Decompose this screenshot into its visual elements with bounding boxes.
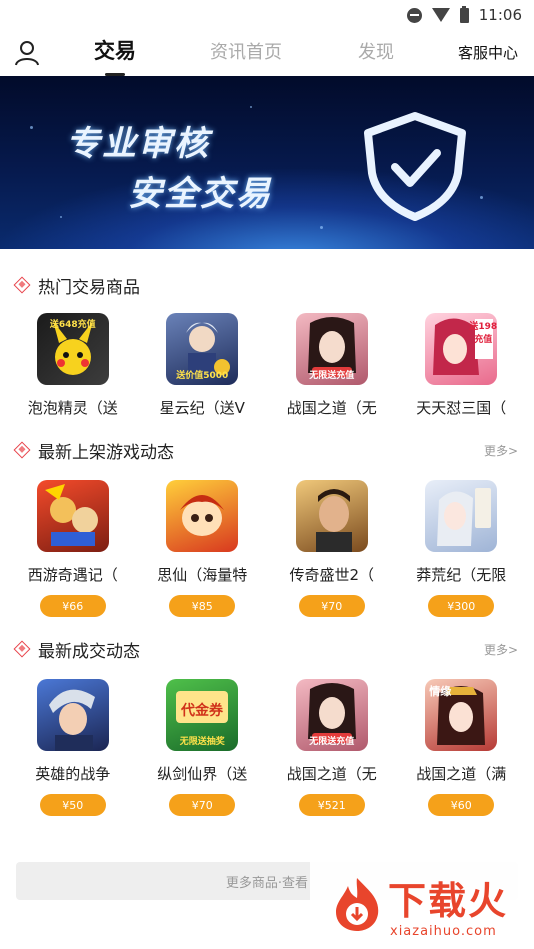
shield-check-icon xyxy=(364,112,466,221)
item-name: 西游奇遇记（ xyxy=(27,566,118,584)
tab-news-home[interactable]: 资讯首页 xyxy=(210,38,282,64)
customer-service-link[interactable]: 客服中心 xyxy=(458,42,518,63)
do-not-disturb-icon xyxy=(406,7,422,23)
deal-item[interactable]: 情缘 战国之道（满 ¥60 xyxy=(399,679,523,816)
item-name: 战国之道（无 xyxy=(286,765,377,783)
more-link[interactable]: 更多> xyxy=(484,641,518,658)
hot-item[interactable]: 送198充值 天天怼三国（ xyxy=(399,313,523,418)
tab-discover[interactable]: 发现 xyxy=(358,38,394,64)
section-new-deals-header: 最新成交动态 更多> xyxy=(0,631,534,667)
battery-icon xyxy=(459,5,469,23)
top-nav: 交易 资讯首页 发现 客服中心 xyxy=(0,30,534,76)
price-badge: ¥300 xyxy=(428,595,495,617)
section-diamond-icon xyxy=(13,640,31,658)
price-badge: ¥60 xyxy=(428,794,495,816)
game-item[interactable]: 思仙（海量特 ¥85 xyxy=(140,480,264,617)
new-games-grid: 西游奇遇记（ ¥66 思仙（海量特 ¥85 传奇盛世2（ ¥70 莽荒纪（无限 … xyxy=(0,480,534,617)
item-name: 传奇盛世2（ xyxy=(289,566,375,584)
price-badge: ¥521 xyxy=(298,794,365,816)
deal-item[interactable]: 代金券 无限送抽奖 纵剑仙界（送 ¥70 xyxy=(140,679,264,816)
promo-banner[interactable]: 专业审核 安全交易 xyxy=(0,76,534,249)
banner-headline-2: 安全交易 xyxy=(128,174,272,214)
user-icon[interactable] xyxy=(14,40,40,66)
game-item[interactable]: 莽荒纪（无限 ¥300 xyxy=(399,480,523,617)
game-thumbnail xyxy=(36,679,109,751)
wifi-icon xyxy=(431,8,450,22)
section-title: 最新成交动态 xyxy=(38,641,140,662)
price-badge: ¥70 xyxy=(298,595,365,617)
watermark-url: xiazaihuo.com xyxy=(390,924,497,939)
deal-item[interactable]: 无限送充值 战国之道（无 ¥521 xyxy=(270,679,394,816)
game-thumbnail: 代金券 无限送抽奖 xyxy=(166,679,239,751)
watermark: 下载火 xiazaihuo.com xyxy=(310,852,534,949)
section-title: 最新上架游戏动态 xyxy=(38,442,174,463)
item-name: 战国之道（无 xyxy=(286,399,377,417)
game-thumbnail: 送198充值 xyxy=(425,313,498,385)
svg-text:代金券: 代金券 xyxy=(180,702,224,719)
hot-item[interactable]: 送648充值 泡泡精灵（送 xyxy=(11,313,135,418)
price-badge: ¥70 xyxy=(169,794,236,816)
watermark-text: 下载火 xyxy=(388,879,509,923)
status-bar: 11:06 xyxy=(0,0,534,30)
game-thumbnail: 情缘 xyxy=(425,679,498,751)
game-thumbnail xyxy=(166,480,239,552)
item-name: 思仙（海量特 xyxy=(157,566,248,584)
section-new-games-header: 最新上架游戏动态 更多> xyxy=(0,432,534,468)
banner-headline-1: 专业审核 xyxy=(66,124,210,164)
section-hot-header: 热门交易商品 xyxy=(0,267,534,303)
item-name: 星云纪（送V xyxy=(159,399,245,417)
hot-item[interactable]: 送价值5000 星云纪（送V xyxy=(140,313,264,418)
tab-trade[interactable]: 交易 xyxy=(94,35,136,65)
game-thumbnail: 无限送充值 xyxy=(295,313,368,385)
game-thumbnail xyxy=(295,480,368,552)
deal-item[interactable]: 英雄的战争 ¥50 xyxy=(11,679,135,816)
item-name: 泡泡精灵（送 xyxy=(27,399,118,417)
price-badge: ¥85 xyxy=(169,595,236,617)
game-thumbnail: 无限送充值 xyxy=(295,679,368,751)
game-thumbnail: 送648充值 xyxy=(36,313,109,385)
item-name: 莽荒纪（无限 xyxy=(416,566,507,584)
price-badge: ¥50 xyxy=(39,794,106,816)
hot-items-grid: 送648充值 泡泡精灵（送 送价值5000 星云纪（送V 无限送充值 战国之道（… xyxy=(0,313,534,418)
item-name: 纵剑仙界（送 xyxy=(157,765,248,783)
item-name: 天天怼三国（ xyxy=(416,399,507,417)
more-link[interactable]: 更多> xyxy=(484,442,518,459)
section-diamond-icon xyxy=(13,276,31,294)
section-title: 热门交易商品 xyxy=(38,277,140,298)
new-deals-grid: 英雄的战争 ¥50 代金券 无限送抽奖 纵剑仙界（送 ¥70 无限送充值 战国之… xyxy=(0,679,534,816)
game-item[interactable]: 西游奇遇记（ ¥66 xyxy=(11,480,135,617)
game-item[interactable]: 传奇盛世2（ ¥70 xyxy=(270,480,394,617)
game-thumbnail xyxy=(36,480,109,552)
item-name: 英雄的战争 xyxy=(35,765,111,783)
game-thumbnail xyxy=(425,480,498,552)
price-badge: ¥66 xyxy=(39,595,106,617)
flame-logo-icon xyxy=(336,878,379,931)
item-name: 战国之道（满 xyxy=(416,765,507,783)
game-thumbnail: 送价值5000 xyxy=(166,313,239,385)
section-diamond-icon xyxy=(13,441,31,459)
hot-item[interactable]: 无限送充值 战国之道（无 xyxy=(270,313,394,418)
status-time: 11:06 xyxy=(478,6,522,24)
